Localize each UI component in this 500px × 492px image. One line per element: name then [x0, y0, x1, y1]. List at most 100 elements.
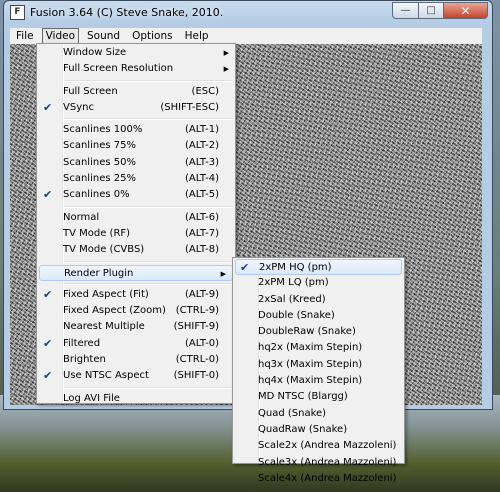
menu-item-label: Use NTSC Aspect	[63, 370, 149, 382]
check-icon: ✔	[43, 100, 53, 114]
render-plugin-submenu: ✔ 2xPM HQ (pm) 2xPM LQ (pm) 2xSal (Kreed…	[232, 257, 405, 484]
render-item-md-ntsc[interactable]: MD NTSC (Blargg)	[233, 389, 404, 405]
menu-item-shortcut: (ALT-0)	[185, 337, 219, 349]
menu-item-label: DoubleRaw (Snake)	[258, 326, 356, 338]
menu-item-scanlines-0[interactable]: ✔ Scanlines 0% (ALT-5)	[37, 187, 235, 203]
menu-separator	[64, 205, 233, 208]
render-item-hq3x[interactable]: hq3x (Maxim Stepin)	[233, 357, 404, 373]
render-item-2xsal[interactable]: 2xSal (Kreed)	[233, 292, 404, 308]
menu-item-label: Window Size	[63, 47, 127, 58]
menu-separator	[64, 118, 233, 121]
menu-item-window-size[interactable]: Window Size ▶	[37, 45, 235, 61]
menu-item-tv-mode-rf[interactable]: TV Mode (RF) (ALT-7)	[37, 226, 235, 242]
menu-item-shortcut: (ALT-5)	[185, 189, 219, 201]
menu-item-scanlines-100[interactable]: Scanlines 100% (ALT-1)	[37, 122, 235, 138]
menu-item-label: TV Mode (RF)	[63, 227, 131, 239]
menu-item-label: Log AVI File	[63, 392, 120, 404]
menu-item-shortcut: (CTRL-9)	[175, 305, 219, 317]
menu-options[interactable]: Options	[126, 29, 179, 44]
menu-item-shortcut: (ALT-1)	[185, 124, 219, 136]
menu-item-brighten[interactable]: Brighten (CTRL-0)	[37, 352, 235, 368]
menu-separator	[64, 282, 233, 285]
render-item-quad[interactable]: Quad (Snake)	[233, 406, 404, 422]
menu-item-label: 2xPM HQ (pm)	[259, 262, 332, 273]
menu-item-label: 2xPM LQ (pm)	[258, 277, 329, 289]
menu-item-nearest-multiple[interactable]: Nearest Multiple (SHIFT-9)	[37, 319, 235, 335]
menu-item-normal[interactable]: Normal (ALT-6)	[37, 210, 235, 226]
menu-file[interactable]: File	[10, 29, 40, 44]
menu-item-label: Brighten	[63, 354, 106, 366]
menu-item-shortcut: (SHIFT-ESC)	[160, 101, 219, 113]
render-item-quadraw[interactable]: QuadRaw (Snake)	[233, 422, 404, 438]
check-icon: ✔	[43, 336, 53, 350]
menu-item-fixed-aspect-zoom[interactable]: Fixed Aspect (Zoom) (CTRL-9)	[37, 303, 235, 319]
menu-item-label: Filtered	[63, 337, 101, 349]
render-item-doubleraw[interactable]: DoubleRaw (Snake)	[233, 324, 404, 340]
menu-item-full-screen[interactable]: Full Screen (ESC)	[37, 84, 235, 100]
menu-separator	[64, 386, 233, 389]
menu-item-label: Quad (Snake)	[258, 407, 327, 419]
menu-item-label: Fixed Aspect (Fit)	[63, 288, 149, 300]
menu-item-render-plugin[interactable]: Render Plugin ▶	[39, 264, 233, 281]
render-item-double[interactable]: Double (Snake)	[233, 308, 404, 324]
menu-item-scanlines-25[interactable]: Scanlines 25% (ALT-4)	[37, 171, 235, 187]
submenu-arrow-icon: ▶	[223, 65, 229, 74]
render-item-scale2x[interactable]: Scale2x (Andrea Mazzoleni)	[233, 438, 404, 454]
menu-item-label: Scanlines 50%	[63, 156, 136, 168]
menu-item-filtered[interactable]: ✔ Filtered (ALT-0)	[37, 336, 235, 352]
menu-item-label: hq4x (Maxim Stepin)	[258, 375, 363, 387]
window-title: Fusion 3.64 (C) Steve Snake, 2010.	[30, 6, 224, 19]
menu-item-label: Nearest Multiple	[63, 321, 145, 333]
render-item-2xpm-lq[interactable]: 2xPM LQ (pm)	[233, 275, 404, 291]
maximize-button[interactable]: □	[418, 2, 444, 19]
menu-item-use-ntsc-aspect[interactable]: ✔ Use NTSC Aspect (SHIFT-0)	[37, 368, 235, 384]
menu-item-shortcut: (ALT-8)	[185, 244, 219, 256]
menu-item-shortcut: (SHIFT-9)	[173, 321, 219, 333]
render-item-2xpm-hq[interactable]: ✔ 2xPM HQ (pm)	[235, 259, 402, 276]
minimize-button[interactable]: —	[392, 2, 418, 19]
menu-sound[interactable]: Sound	[81, 29, 126, 44]
close-icon: ✕	[460, 3, 471, 18]
menu-item-label: Scanlines 25%	[63, 173, 136, 185]
submenu-arrow-icon: ▶	[220, 269, 226, 278]
menu-item-full-screen-resolution[interactable]: Full Screen Resolution ▶	[37, 61, 235, 77]
menu-item-label: Normal	[63, 211, 100, 223]
menu-video[interactable]: Video	[41, 27, 79, 45]
menu-item-shortcut: (ALT-6)	[185, 211, 219, 223]
menu-item-shortcut: (ALT-2)	[185, 140, 219, 152]
check-icon: ✔	[43, 369, 53, 383]
menu-item-fixed-aspect-fit[interactable]: ✔ Fixed Aspect (Fit) (ALT-9)	[37, 287, 235, 303]
menu-item-label: Fixed Aspect (Zoom)	[63, 305, 166, 317]
close-button[interactable]: ✕	[444, 2, 488, 19]
menu-item-scanlines-75[interactable]: Scanlines 75% (ALT-2)	[37, 138, 235, 154]
menu-item-label: Render Plugin	[64, 267, 134, 279]
menu-item-label: Scanlines 0%	[63, 189, 130, 201]
menu-item-label: hq2x (Maxim Stepin)	[258, 342, 363, 354]
menu-item-tv-mode-cvbs[interactable]: TV Mode (CVBS) (ALT-8)	[37, 242, 235, 258]
menu-separator	[64, 260, 233, 263]
menu-item-shortcut: (ALT-7)	[185, 227, 219, 239]
menu-item-label: Scale4x (Andrea Mazzoleni)	[258, 472, 397, 484]
menu-item-label: Scale3x (Andrea Mazzoleni)	[258, 456, 397, 468]
check-icon: ✔	[240, 261, 250, 274]
menu-separator	[64, 79, 233, 82]
video-menu: Window Size ▶ Full Screen Resolution ▶ F…	[36, 43, 236, 404]
render-item-hq4x[interactable]: hq4x (Maxim Stepin)	[233, 373, 404, 389]
window-controls: — □ ✕	[392, 2, 488, 19]
menu-item-label: Scale2x (Andrea Mazzoleni)	[258, 440, 397, 452]
check-icon: ✔	[43, 287, 53, 301]
menu-item-vsync[interactable]: ✔ VSync (SHIFT-ESC)	[37, 100, 235, 116]
menu-help[interactable]: Help	[179, 29, 215, 44]
menu-bar: File Video Sound Options Help	[10, 27, 482, 45]
menu-item-label: MD NTSC (Blargg)	[258, 391, 348, 403]
menu-item-log-avi-file[interactable]: Log AVI File	[37, 391, 235, 407]
menu-item-shortcut: (ALT-4)	[185, 173, 219, 185]
app-icon[interactable]: F	[10, 5, 25, 20]
menu-item-scanlines-50[interactable]: Scanlines 50% (ALT-3)	[37, 155, 235, 171]
render-item-scale4x[interactable]: Scale4x (Andrea Mazzoleni)	[233, 471, 404, 487]
render-item-hq2x[interactable]: hq2x (Maxim Stepin)	[233, 340, 404, 356]
menu-item-label: VSync	[63, 101, 94, 113]
render-item-scale3x[interactable]: Scale3x (Andrea Mazzoleni)	[233, 455, 404, 471]
menu-item-label: TV Mode (CVBS)	[63, 244, 145, 256]
title-bar[interactable]: F Fusion 3.64 (C) Steve Snake, 2010. — □…	[4, 1, 492, 25]
